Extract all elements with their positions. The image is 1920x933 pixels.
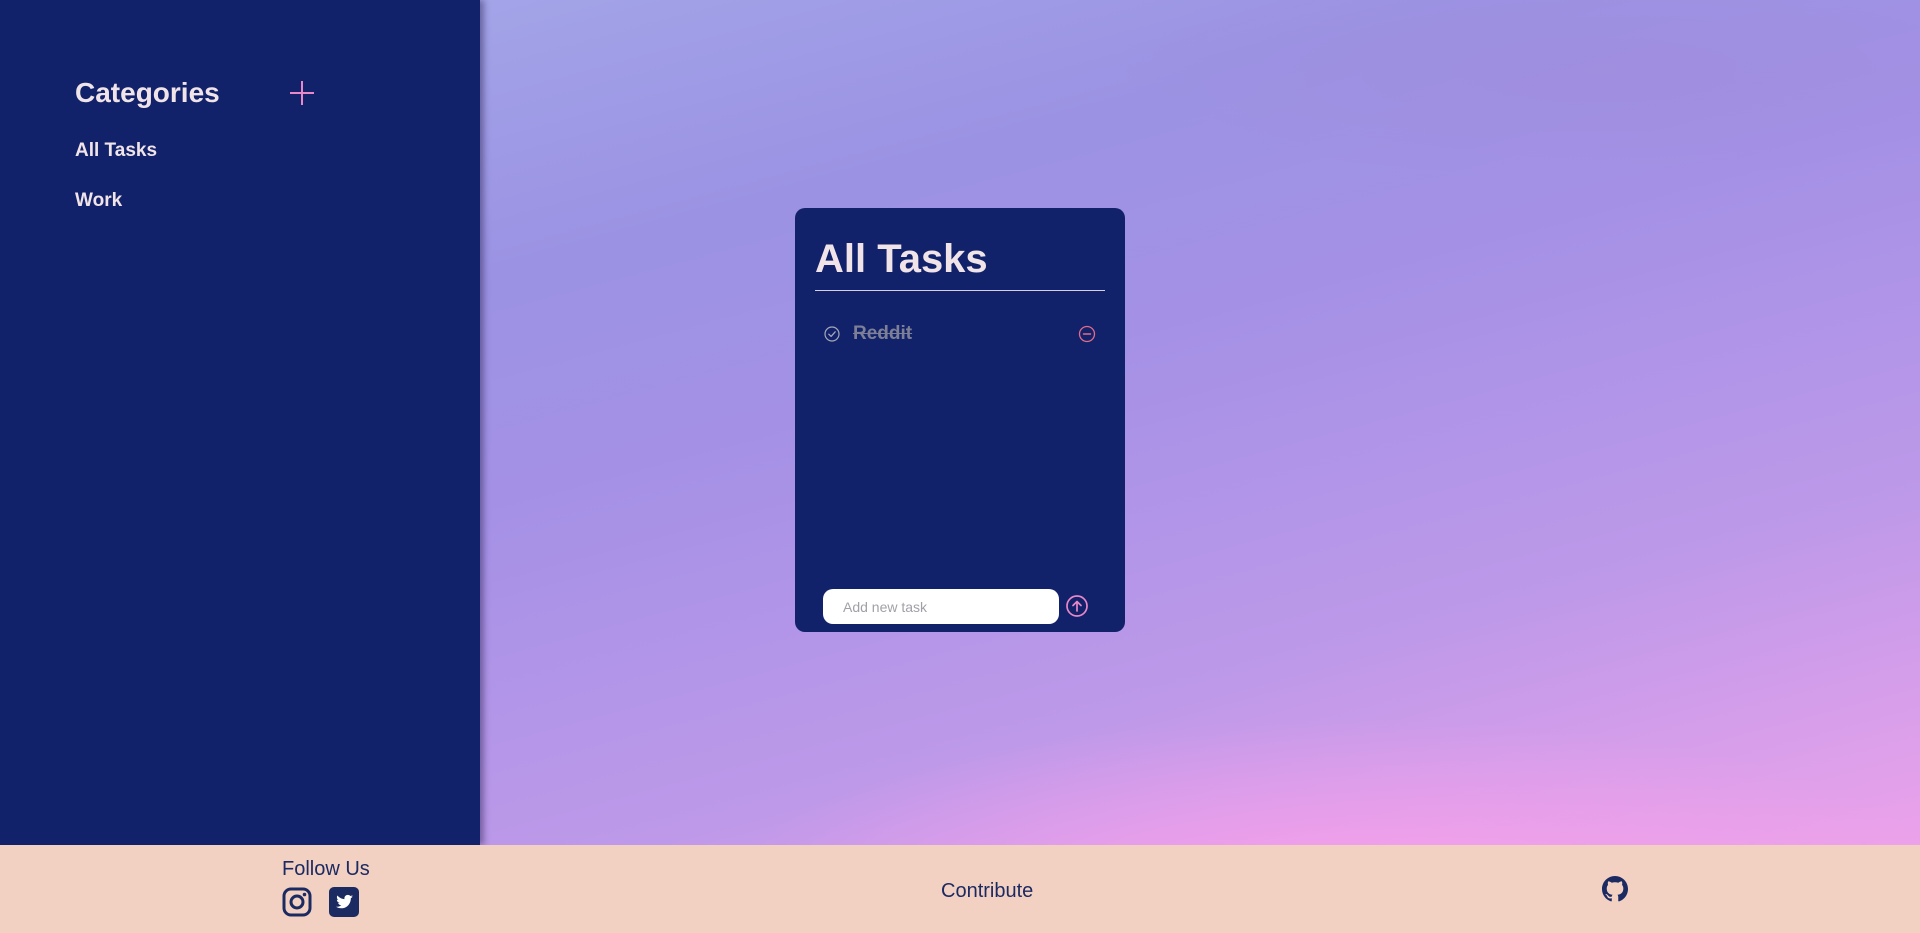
new-task-input[interactable] (823, 589, 1059, 624)
contribute-link[interactable]: Contribute (941, 879, 1033, 903)
task-label: Reddit (853, 323, 913, 344)
arrow-up-circle-icon[interactable] (1065, 594, 1089, 618)
footer: Follow Us Contribute (0, 845, 1920, 933)
follow-us-label: Follow Us (282, 858, 370, 880)
instagram-icon[interactable] (282, 887, 312, 917)
category-list: All Tasks Work (75, 138, 157, 238)
sidebar-title: Categories (75, 77, 220, 108)
twitter-icon[interactable] (329, 887, 359, 917)
check-circle-icon[interactable] (823, 325, 841, 343)
minus-circle-icon[interactable] (1077, 324, 1097, 344)
add-category-icon[interactable] (289, 80, 315, 106)
sidebar: Categories All Tasks Work (0, 0, 480, 845)
follow-us-block: Follow Us (282, 857, 370, 917)
github-icon[interactable] (1602, 876, 1628, 902)
category-item-all-tasks[interactable]: All Tasks (75, 138, 157, 188)
task-item: Reddit (823, 314, 1097, 354)
task-panel-title: All Tasks (815, 234, 1105, 291)
category-item-work[interactable]: Work (75, 188, 157, 238)
task-panel: All Tasks Reddit (795, 208, 1125, 632)
sidebar-header: Categories (75, 76, 315, 110)
social-links (282, 887, 370, 917)
